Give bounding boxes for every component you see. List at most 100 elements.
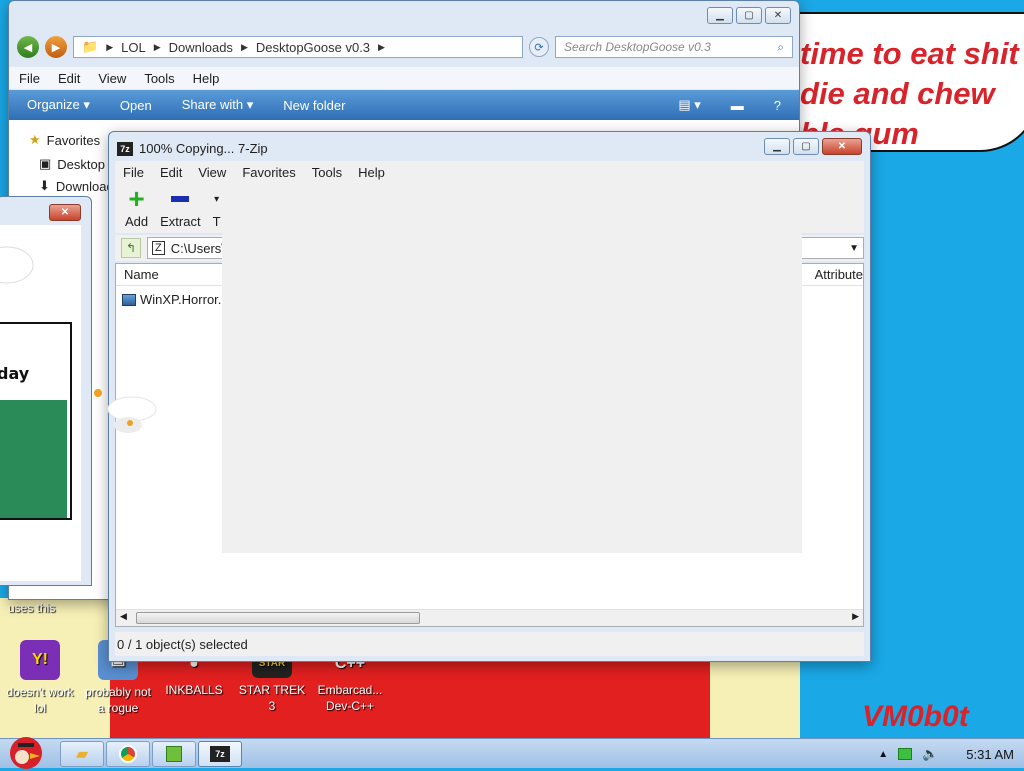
nav-desktop[interactable]: ▣ Desktop <box>39 156 105 172</box>
desktop-label: uses this <box>8 601 56 615</box>
taskbar-explorer-button[interactable]: ▰ <box>60 741 104 767</box>
preview-pane-icon[interactable]: ▬ <box>731 98 744 113</box>
menu-edit[interactable]: Edit <box>160 165 182 180</box>
yahoo-messenger-icon: Y! <box>20 640 60 680</box>
menu-view[interactable]: View <box>198 165 226 180</box>
minimize-button[interactable]: ▁ <box>707 7 733 24</box>
goose-note-content: day <box>0 225 81 581</box>
menu-tools[interactable]: Tools <box>312 165 342 180</box>
breadcrumb-item[interactable]: DesktopGoose v0.3 <box>256 40 370 55</box>
file-icon <box>122 293 136 306</box>
close-button[interactable]: ✕ <box>822 138 862 155</box>
taskbar-notepad-button[interactable] <box>152 741 196 767</box>
extract-button[interactable]: Extract <box>160 188 201 229</box>
start-button[interactable] <box>2 731 50 771</box>
breadcrumb-item[interactable]: Downloads <box>169 40 233 55</box>
volume-icon[interactable]: 🔈 <box>922 746 938 762</box>
downloads-icon: ⬇ <box>39 178 50 193</box>
menu-view[interactable]: View <box>98 71 126 86</box>
goose-note-window[interactable]: ✕ day <box>0 196 92 586</box>
desktop-icon: ▣ <box>39 156 52 171</box>
tool-label: Extract <box>160 214 201 229</box>
7zip-caption-buttons: ▁ ▢ ✕ <box>764 138 862 155</box>
desktop-icon-label: probably not a rogue <box>84 685 152 715</box>
search-input[interactable]: Search DesktopGoose v0.3 ⌕ <box>555 36 793 58</box>
show-hidden-icons-icon[interactable]: ▲ <box>878 749 888 760</box>
organize-button[interactable]: Organize ▾ <box>27 97 90 113</box>
dropdown-arrow-icon[interactable]: ▼ <box>849 243 859 254</box>
maximize-button[interactable]: ▢ <box>736 7 762 24</box>
list-item[interactable]: WinXP.Horror. <box>122 292 221 307</box>
back-icon[interactable]: ◀ <box>17 36 39 58</box>
menu-favorites[interactable]: Favorites <box>242 165 295 180</box>
nav-label: Favorites <box>46 132 101 148</box>
search-placeholder: Search DesktopGoose v0.3 <box>564 40 711 54</box>
scroll-right-icon[interactable]: ▶ <box>852 611 859 622</box>
menu-tools[interactable]: Tools <box>144 71 174 86</box>
status-bar: 0 / 1 object(s) selected <box>115 632 864 656</box>
close-button[interactable]: ✕ <box>49 204 81 221</box>
open-button[interactable]: Open <box>120 98 152 113</box>
desktop-icon-label: INKBALLS <box>165 683 223 697</box>
plus-icon: + <box>128 183 145 214</box>
7zip-title-bar: 7z 100% Copying... 7-Zip <box>117 141 268 156</box>
maximize-button[interactable]: ▢ <box>793 138 819 155</box>
goose-meme-image: day <box>0 246 72 520</box>
7zip-logo-icon: 7z <box>210 746 230 762</box>
minus-icon <box>160 188 200 210</box>
svg-text:day: day <box>0 364 30 383</box>
menu-edit[interactable]: Edit <box>58 71 80 86</box>
horizontal-scrollbar[interactable]: ◀ ▶ <box>116 609 863 626</box>
archive-icon: Z <box>152 241 165 255</box>
desktop-icon-yahoo[interactable]: Y! doesn't work lol <box>2 640 78 716</box>
close-button[interactable]: ✕ <box>765 7 791 24</box>
7zip-menu-bar: File Edit View Favorites Tools Help <box>115 161 864 183</box>
breadcrumb-item[interactable]: LOL <box>121 40 146 55</box>
network-icon[interactable] <box>898 748 913 760</box>
wallpaper-signature: VM0b0t <box>862 700 969 733</box>
folder-up-icon[interactable]: ↰ <box>121 238 141 258</box>
add-button[interactable]: + Add <box>125 183 149 230</box>
new-folder-button[interactable]: New folder <box>283 98 345 113</box>
desktop-icon-label: STAR TREK 3 <box>238 683 306 713</box>
test-button[interactable]: ▾ T <box>213 188 221 230</box>
menu-help[interactable]: Help <box>193 71 220 86</box>
menu-file[interactable]: File <box>19 71 40 86</box>
wallpaper-yellow-area-right <box>710 660 800 748</box>
test-icon: ▾ <box>214 193 220 205</box>
folder-icon: 📁 <box>82 39 99 54</box>
taskbar-7zip-button[interactable]: 7z <box>198 741 242 767</box>
taskbar-chrome-button[interactable] <box>106 741 150 767</box>
nav-favorites[interactable]: ★ Favorites <box>29 132 100 148</box>
scroll-left-icon[interactable]: ◀ <box>120 611 127 622</box>
nav-label: Desktop <box>57 156 105 172</box>
forward-icon[interactable]: ▶ <box>45 36 67 58</box>
chrome-icon <box>119 745 137 763</box>
column-attributes[interactable]: Attribute <box>815 267 863 282</box>
menu-file[interactable]: File <box>123 165 144 180</box>
view-options-icon[interactable]: ▤ ▾ <box>678 97 700 113</box>
path-text: C:\Users\ <box>170 240 225 256</box>
system-tray: ▲ 🔈 5:31 AM <box>878 739 1014 769</box>
search-icon[interactable]: ⌕ <box>777 40 784 55</box>
status-text: 0 / 1 object(s) selected <box>117 636 248 652</box>
chevron-right-icon: ▶ <box>153 41 161 52</box>
help-icon[interactable]: ? <box>774 98 781 113</box>
minimize-button[interactable]: ▁ <box>764 138 790 155</box>
explorer-caption-buttons: ▁ ▢ ✕ <box>707 7 791 24</box>
desktop-icon-label: Embarcad... Dev-C++ <box>317 683 383 713</box>
refresh-icon[interactable]: ⟳ <box>529 37 549 57</box>
angry-bird-icon <box>10 737 42 769</box>
clock[interactable]: 5:31 AM <box>966 747 1014 762</box>
address-bar[interactable]: 📁 ▶ LOL ▶ Downloads ▶ DesktopGoose v0.3 … <box>73 36 523 58</box>
explorer-toolbar: Organize ▾ Open Share with ▾ New folder … <box>9 90 799 120</box>
share-with-button[interactable]: Share with ▾ <box>182 97 254 113</box>
chevron-right-icon: ▶ <box>240 41 248 52</box>
folder-icon: ▰ <box>75 746 89 763</box>
scrollbar-thumb[interactable] <box>136 612 420 624</box>
chevron-right-icon: ▶ <box>106 41 114 52</box>
notepad-icon <box>166 746 182 762</box>
tool-label: Add <box>125 214 149 229</box>
menu-help[interactable]: Help <box>358 165 385 180</box>
column-name[interactable]: Name <box>124 267 159 282</box>
